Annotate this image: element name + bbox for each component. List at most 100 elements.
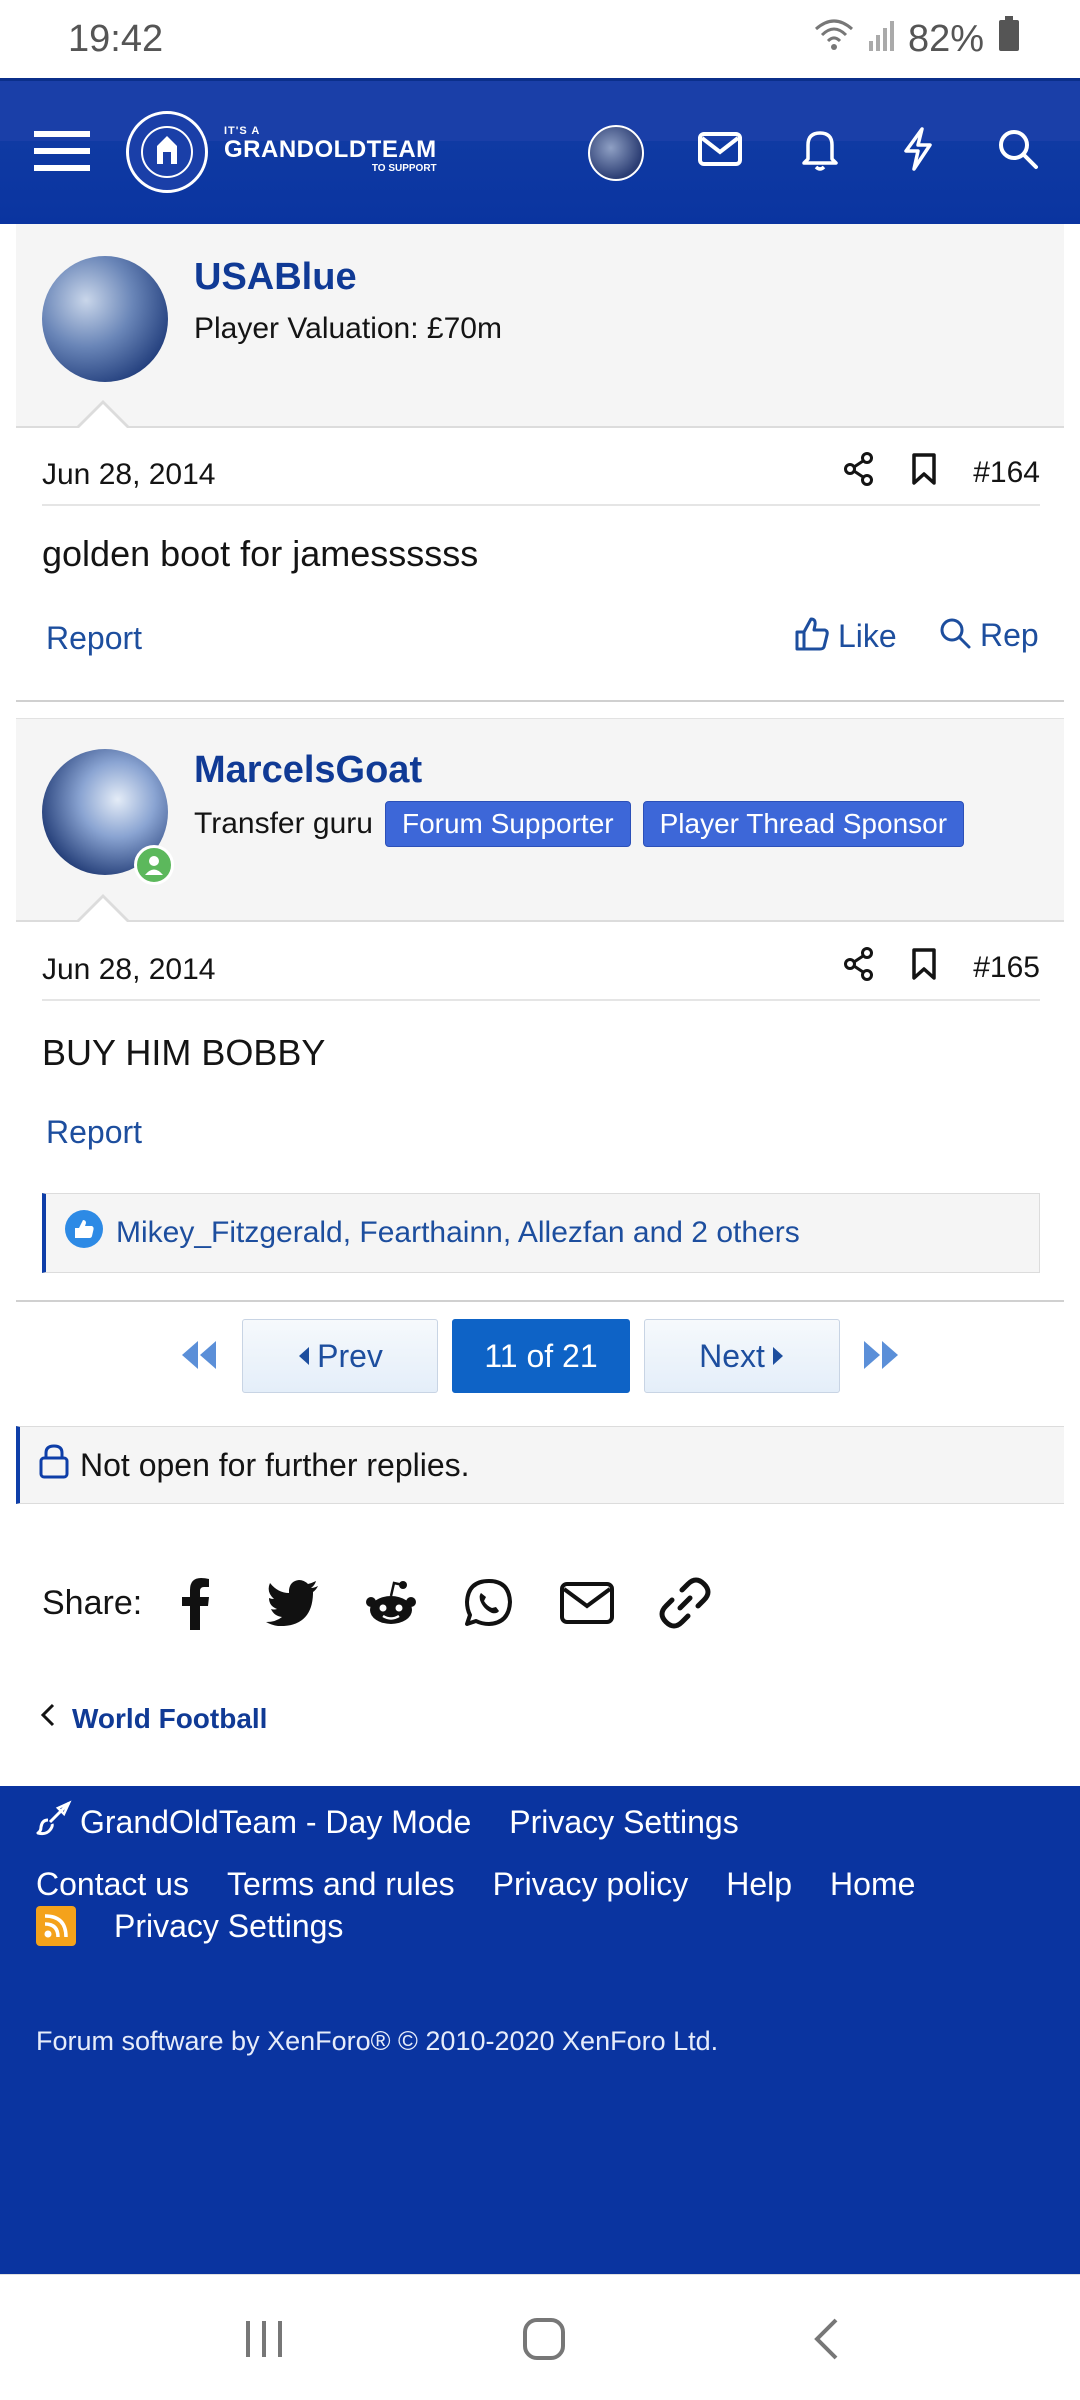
battery-icon xyxy=(998,16,1020,62)
report-link[interactable]: Report xyxy=(46,1114,142,1151)
home-link[interactable]: Home xyxy=(830,1866,915,1903)
next-label: Next xyxy=(699,1337,765,1374)
recent-apps-icon xyxy=(243,2319,285,2364)
share-row: Share: xyxy=(42,1570,718,1636)
post-user-header: USABlue Player Valuation: £70m xyxy=(16,224,1064,428)
logo-line-3: TO SUPPORT xyxy=(371,163,437,174)
privacy-settings-link[interactable]: Privacy Settings xyxy=(509,1804,738,1841)
prev-label: Prev xyxy=(317,1337,383,1374)
search-icon xyxy=(997,128,1039,175)
share-icon[interactable] xyxy=(843,947,875,989)
report-label: Report xyxy=(46,1114,143,1150)
current-page-button[interactable]: 11 of 21 xyxy=(452,1319,630,1393)
style-chooser-link[interactable]: GrandOldTeam - Day Mode xyxy=(36,1800,471,1844)
caret-left-icon xyxy=(297,1338,311,1375)
next-page-button[interactable]: Next xyxy=(644,1319,840,1393)
site-footer: GrandOldTeam - Day Mode Privacy Settings… xyxy=(0,1786,1080,2274)
terms-and-rules-link[interactable]: Terms and rules xyxy=(227,1866,455,1903)
site-logo-crest[interactable] xyxy=(126,111,208,193)
twitter-icon[interactable] xyxy=(260,1570,326,1636)
bell-icon xyxy=(800,127,840,176)
post-body: golden boot for jamessssss xyxy=(42,533,479,574)
username-link[interactable]: MarcelsGoat xyxy=(194,749,422,792)
site-header: IT'S A GRANDOLDTEAM TO SUPPORT xyxy=(0,78,1080,224)
logo-line-2: GRANDOLDTEAM xyxy=(224,136,437,163)
reply-label: Rep xyxy=(980,617,1039,653)
caret-right-icon xyxy=(771,1338,785,1375)
locked-text: Not open for further replies. xyxy=(80,1446,470,1483)
search-button[interactable] xyxy=(988,121,1048,181)
post-body: BUY HIM BOBBY xyxy=(42,1032,326,1073)
post-number-link[interactable]: #165 xyxy=(973,951,1040,985)
prev-page-button[interactable]: Prev xyxy=(242,1319,438,1393)
reddit-icon[interactable] xyxy=(358,1570,424,1636)
username-link[interactable]: USABlue xyxy=(194,256,357,299)
status-bar: 19:42 82% xyxy=(0,0,1080,78)
back-button[interactable] xyxy=(796,2311,856,2371)
user-title-row: Transfer guru Forum Supporter Player Thr… xyxy=(194,801,965,847)
home-circle-icon xyxy=(522,2317,566,2366)
privacy-policy-link[interactable]: Privacy policy xyxy=(493,1866,689,1903)
status-time: 19:42 xyxy=(68,18,164,60)
like-button[interactable]: Like xyxy=(794,616,897,657)
current-page-label: 11 of 21 xyxy=(484,1337,598,1374)
footer-row-rss: Privacy Settings xyxy=(36,1906,343,1946)
post-actions: #164 xyxy=(843,452,1040,494)
envelope-icon xyxy=(698,131,742,171)
avatar[interactable] xyxy=(42,256,168,382)
lock-icon xyxy=(38,1443,70,1487)
reactions-bar[interactable]: Mikey_Fitzgerald, Fearthainn, Allezfan a… xyxy=(42,1193,1040,1273)
user-caret-fill xyxy=(77,404,129,430)
first-page-icon[interactable] xyxy=(178,1337,218,1378)
post-divider xyxy=(42,999,1040,1001)
pagination: Prev 11 of 21 Next xyxy=(0,1319,1080,1393)
post-date[interactable]: Jun 28, 2014 xyxy=(42,458,215,492)
reply-button[interactable]: Rep xyxy=(938,616,1039,655)
help-link[interactable]: Help xyxy=(726,1866,792,1903)
post-separator xyxy=(16,1300,1064,1302)
privacy-settings-link[interactable]: Privacy Settings xyxy=(114,1908,343,1945)
footer-links: Contact us Terms and rules Privacy polic… xyxy=(36,1866,915,1903)
wifi-icon xyxy=(814,17,854,61)
like-label: Like xyxy=(838,618,897,654)
share-label: Share: xyxy=(42,1583,143,1622)
inbox-button[interactable] xyxy=(690,121,750,181)
user-title: Player Valuation: £70m xyxy=(194,312,502,345)
post-actions: #165 xyxy=(843,947,1040,989)
last-page-icon[interactable] xyxy=(862,1337,902,1378)
rss-icon[interactable] xyxy=(36,1906,76,1946)
recent-apps-button[interactable] xyxy=(234,2311,294,2371)
alerts-button[interactable] xyxy=(790,121,850,181)
user-title: Transfer guru xyxy=(194,807,373,840)
bookmark-icon[interactable] xyxy=(911,947,937,989)
battery-percent: 82% xyxy=(907,17,984,60)
share-icon[interactable] xyxy=(843,452,875,494)
post-number-link[interactable]: #164 xyxy=(973,456,1040,490)
lightning-icon xyxy=(900,126,936,176)
status-right: 82% xyxy=(814,16,1020,62)
thumbs-up-icon xyxy=(794,616,830,657)
facebook-icon[interactable] xyxy=(162,1570,228,1636)
user-banner: Player Thread Sponsor xyxy=(642,801,965,847)
contact-us-link[interactable]: Contact us xyxy=(36,1866,189,1903)
paintbrush-icon xyxy=(36,1800,72,1844)
home-button[interactable] xyxy=(514,2311,574,2371)
report-link[interactable]: Report xyxy=(46,620,142,657)
user-caret-fill xyxy=(77,898,129,924)
breadcrumb[interactable]: World Football xyxy=(40,1702,267,1735)
whatsapp-icon[interactable] xyxy=(456,1570,522,1636)
reactions-list: Mikey_Fitzgerald, Fearthainn, Allezfan a… xyxy=(116,1216,800,1249)
chevron-left-icon xyxy=(40,1702,56,1735)
back-chevron-icon xyxy=(812,2317,840,2366)
email-icon[interactable] xyxy=(554,1570,620,1636)
bookmark-icon[interactable] xyxy=(911,452,937,494)
thread-locked-notice: Not open for further replies. xyxy=(16,1426,1064,1504)
whats-new-button[interactable] xyxy=(888,121,948,181)
site-logo-text[interactable]: IT'S A GRANDOLDTEAM TO SUPPORT xyxy=(224,125,437,174)
hamburger-menu-button[interactable] xyxy=(32,121,92,181)
user-avatar-button[interactable] xyxy=(588,125,644,181)
signal-icon xyxy=(868,18,894,61)
copyright[interactable]: Forum software by XenForo® © 2010-2020 X… xyxy=(36,2026,718,2057)
link-icon[interactable] xyxy=(652,1570,718,1636)
post-date[interactable]: Jun 28, 2014 xyxy=(42,953,215,987)
